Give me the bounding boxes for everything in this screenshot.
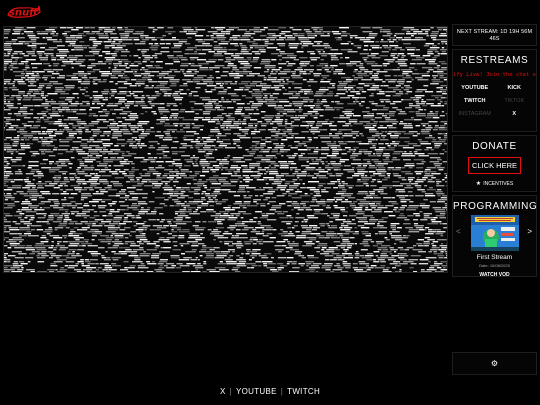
- restream-x-link[interactable]: X: [496, 108, 534, 121]
- programming-item-title[interactable]: First Stream: [453, 254, 536, 261]
- restreams-panel: RESTREAMS ify Live! Join the chat on YOU…: [452, 49, 537, 132]
- donate-button[interactable]: CLICK HERE: [467, 157, 521, 174]
- video-player[interactable]: [3, 26, 448, 273]
- programming-item-date: Date: 10/08/2025: [479, 263, 510, 268]
- chevron-left-icon[interactable]: <: [456, 227, 461, 236]
- donate-panel: DONATE CLICK HERE ★ INCENTIVES: [452, 135, 537, 192]
- footer-x-link[interactable]: X: [220, 387, 226, 396]
- programming-title: PROGRAMMING: [453, 201, 538, 212]
- incentives-link[interactable]: ★ INCENTIVES: [453, 180, 536, 187]
- gear-icon: ⚙: [490, 359, 499, 368]
- footer-separator: |: [280, 387, 284, 396]
- footer-youtube-link[interactable]: YOUTUBE: [236, 387, 277, 396]
- star-icon: ★: [475, 181, 482, 187]
- donate-title: DONATE: [472, 141, 517, 152]
- snuff-logo[interactable]: snuff: [5, 3, 41, 21]
- settings-button[interactable]: ⚙: [452, 352, 537, 375]
- svg-text:snuff: snuff: [9, 8, 39, 19]
- chat-ticker: ify Live! Join the chat on: [453, 72, 536, 78]
- restream-tiktok-link: TIKTOK: [504, 98, 525, 104]
- programming-panel: PROGRAMMING < > First Stream Date: 10/08…: [452, 195, 538, 278]
- next-stream-text: NEXT STREAM: 1D 19H 56M 46S: [456, 29, 533, 42]
- stream-thumbnail[interactable]: [471, 215, 519, 251]
- restream-kick-link[interactable]: KICK: [496, 82, 534, 95]
- footer-separator: |: [229, 387, 232, 396]
- sidebar: NEXT STREAM: 1D 19H 56M 46S RESTREAMS if…: [452, 24, 537, 280]
- footer-twitch-link[interactable]: TWITCH: [287, 387, 320, 396]
- programming-carousel: < >: [453, 215, 536, 255]
- watch-vod-link[interactable]: WATCH VOD: [453, 272, 536, 278]
- restream-links: YOUTUBE KICK TWITCH TIKTOK INSTAGRAM X: [453, 80, 536, 124]
- footer-links: X | YOUTUBE | TWITCH: [0, 387, 540, 396]
- restreams-title: RESTREAMS: [460, 55, 529, 66]
- tv-static: [4, 27, 447, 272]
- top-bar: snuff: [0, 0, 540, 24]
- restream-twitch-link[interactable]: TWITCH: [456, 95, 494, 108]
- incentives-label: INCENTIVES: [483, 181, 514, 187]
- restream-instagram-link: INSTAGRAM: [458, 111, 491, 117]
- chevron-right-icon[interactable]: >: [527, 227, 532, 236]
- restream-youtube-link[interactable]: YOUTUBE: [456, 82, 494, 95]
- next-stream-countdown: NEXT STREAM: 1D 19H 56M 46S: [452, 24, 537, 46]
